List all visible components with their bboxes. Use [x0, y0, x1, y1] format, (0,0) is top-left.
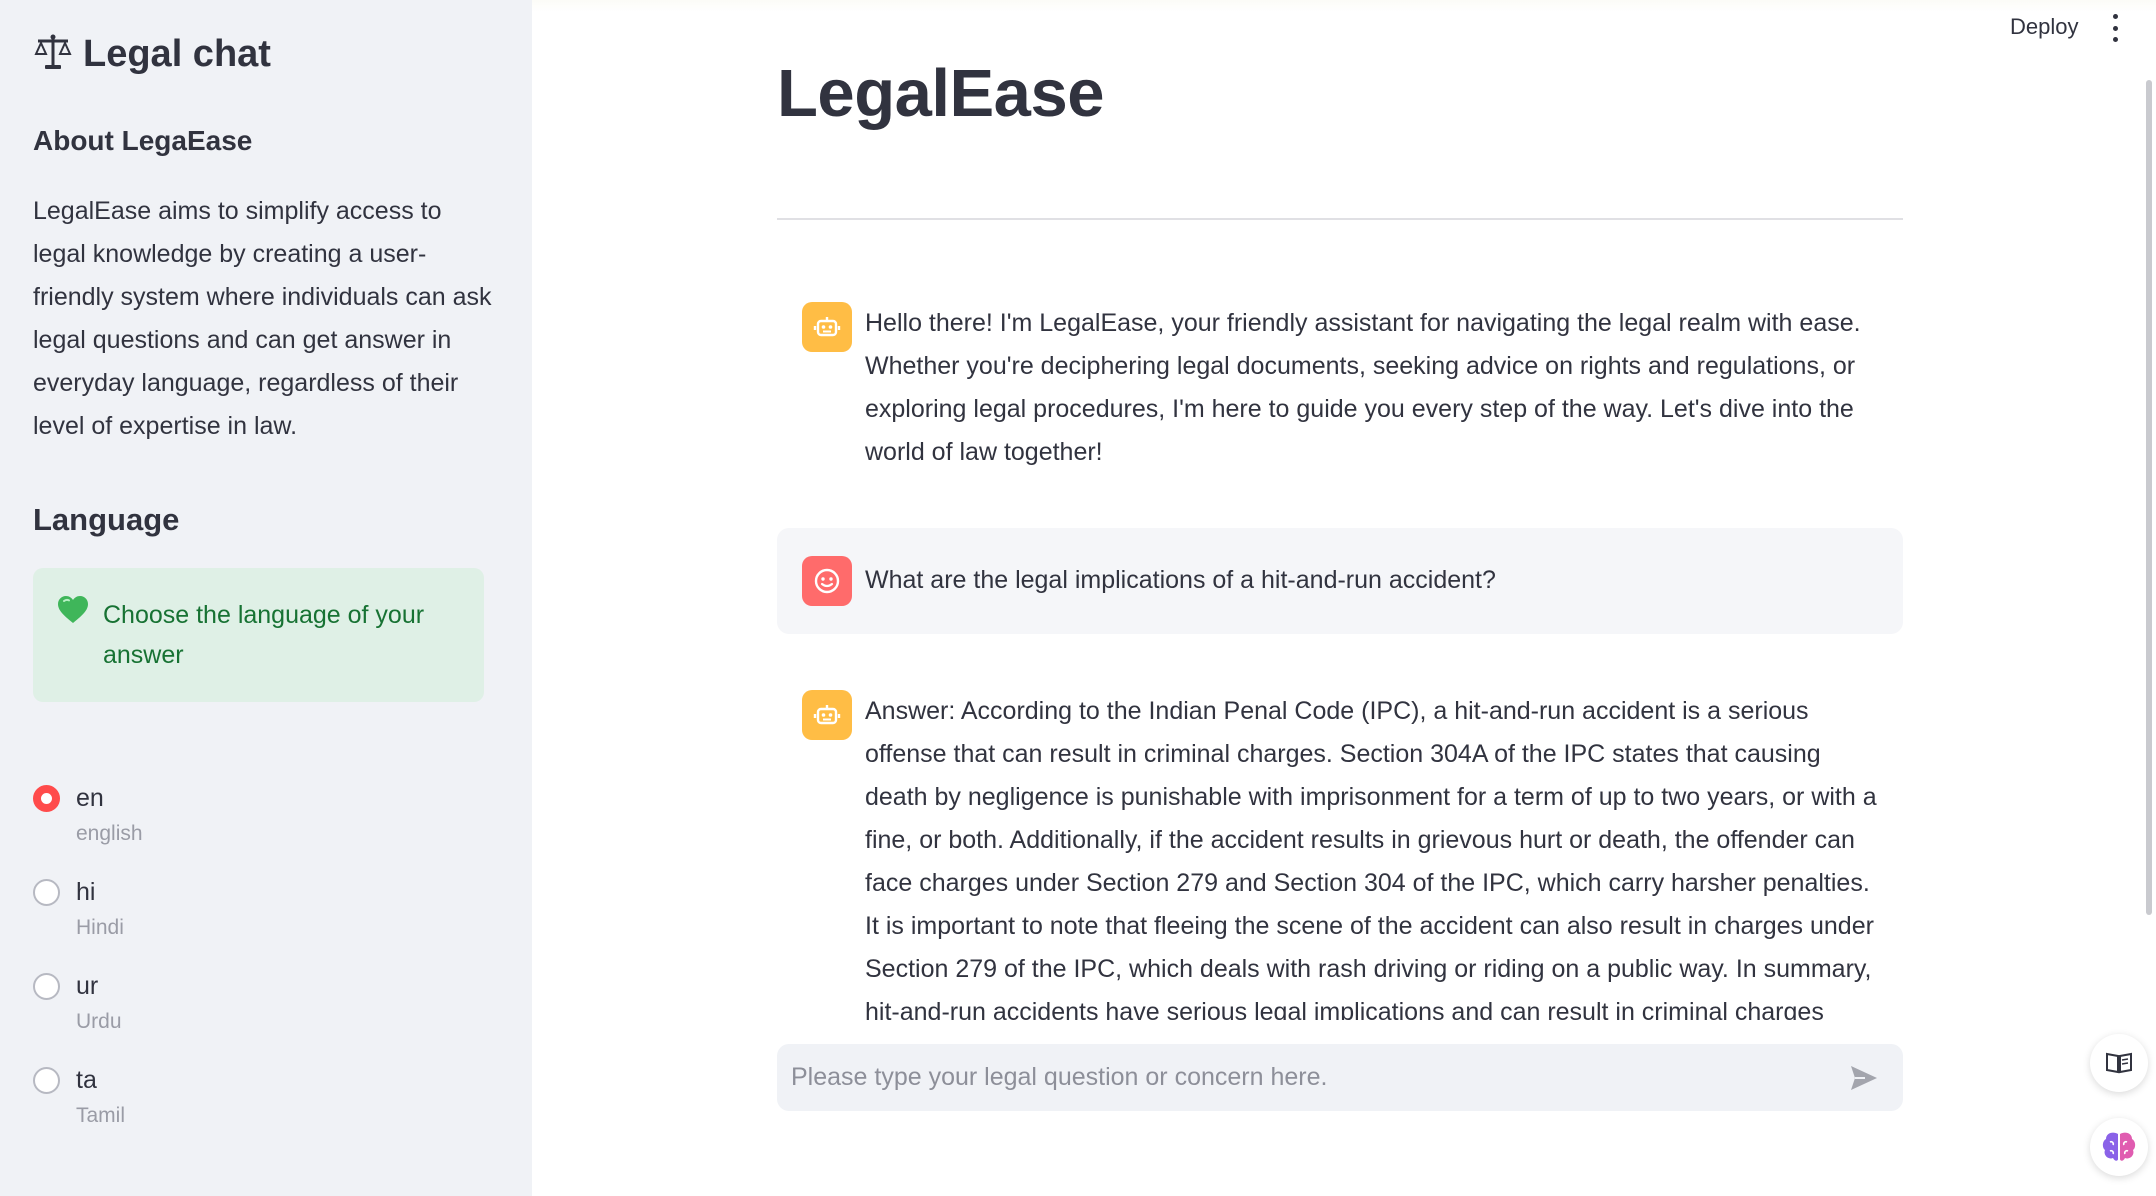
title-divider [777, 218, 1903, 220]
sidebar: Legal chat About LegaEase LegalEase aims… [0, 0, 532, 1196]
radio-label: en [76, 784, 104, 812]
message-text: Answer: According to the Indian Penal Co… [865, 697, 1877, 1020]
radio-caption: Urdu [76, 1010, 122, 1033]
top-decoration-bar [532, 0, 2156, 12]
radio-label: ur [76, 972, 99, 1000]
main-scrollbar[interactable] [2146, 80, 2152, 915]
deploy-button[interactable]: Deploy [2010, 14, 2078, 40]
scales-icon [33, 32, 73, 77]
radio-option-en[interactable]: en english [33, 780, 143, 874]
sidebar-title: Legal chat [83, 33, 271, 75]
smiley-face-icon [802, 556, 852, 606]
radio-option-ta[interactable]: ta Tamil [33, 1062, 143, 1156]
radio-circle[interactable] [33, 785, 60, 812]
radio-circle[interactable] [33, 1067, 60, 1094]
robot-icon [802, 690, 852, 740]
radio-label: ta [76, 1066, 97, 1094]
message-text: Hello there! I'm LegalEase, your friendl… [865, 309, 1861, 466]
kebab-menu-icon[interactable] [2108, 14, 2122, 42]
language-info-box: Choose the language of your answer [33, 568, 484, 702]
radio-caption: Hindi [76, 916, 124, 939]
radio-caption: Tamil [76, 1104, 126, 1127]
sidebar-brand: Legal chat [33, 32, 271, 77]
language-radio-group: en english hi Hindi ur Urdu ta Tamil [33, 780, 143, 1156]
about-text: LegalEase aims to simplify access to leg… [33, 197, 492, 440]
radio-label: hi [76, 878, 96, 906]
radio-option-hi[interactable]: hi Hindi [33, 874, 143, 968]
language-heading: Language [33, 502, 180, 537]
send-arrow-icon[interactable] [1849, 1064, 1879, 1097]
radio-caption: english [76, 822, 143, 845]
radio-circle[interactable] [33, 973, 60, 1000]
message-text: What are the legal implications of a hit… [865, 566, 1496, 594]
robot-icon [802, 302, 852, 352]
chat-message-assistant: Answer: According to the Indian Penal Co… [777, 680, 1903, 1020]
chat-message-assistant: Hello there! I'm LegalEase, your friendl… [777, 290, 1903, 490]
radio-circle[interactable] [33, 879, 60, 906]
about-heading: About LegaEase [33, 125, 253, 156]
chat-input-container [777, 1044, 1903, 1111]
page-title: LegalEase [777, 56, 1104, 131]
chat-message-user: What are the legal implications of a hit… [777, 528, 1903, 634]
language-info-text: Choose the language of your answer [103, 601, 425, 669]
chat-input[interactable] [791, 1044, 1811, 1111]
book-open-icon[interactable] [2090, 1034, 2148, 1092]
brain-icon[interactable] [2090, 1118, 2148, 1176]
radio-option-ur[interactable]: ur Urdu [33, 968, 143, 1062]
green-heart-icon [57, 595, 89, 675]
